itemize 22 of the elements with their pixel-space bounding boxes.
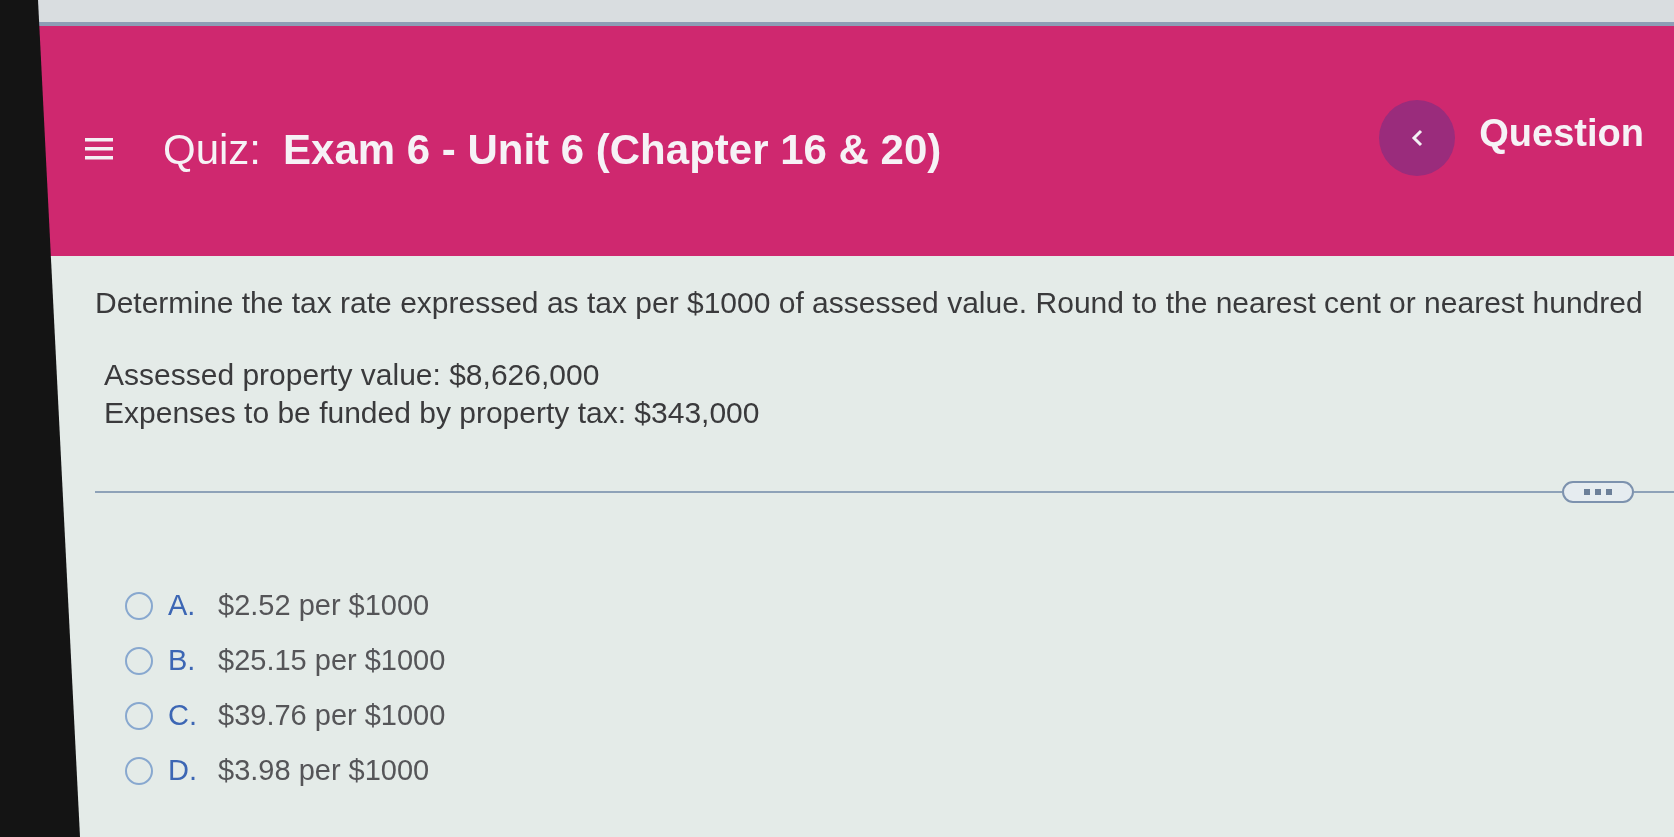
radio-button[interactable]	[125, 647, 153, 675]
given-value-line: Expenses to be funded by property tax: $343,000	[104, 395, 761, 431]
choice-text[interactable]: $2.52 per $1000	[218, 584, 430, 628]
radio-button[interactable]	[125, 592, 153, 620]
quiz-label: Quiz:	[163, 124, 262, 175]
radio-button[interactable]	[125, 702, 153, 730]
choice-letter: C.	[168, 698, 198, 734]
chevron-left-icon	[1411, 129, 1424, 147]
radio-button[interactable]	[125, 757, 153, 785]
question-number-label: Question	[1479, 110, 1645, 156]
choice-letter: B.	[168, 643, 197, 679]
given-value-line: Assessed property value: $8,626,000	[104, 357, 601, 393]
question-prompt: Determine the tax rate expressed as tax per $1000 of assessed value. Round to the nearest cent or nearest hundred	[95, 285, 1644, 321]
menu-icon	[85, 137, 113, 161]
choice-letter: D.	[168, 753, 198, 789]
choice-letter: A.	[168, 588, 197, 624]
quiz-title: Exam 6 - Unit 6 (Chapter 16 & 20)	[283, 124, 942, 175]
choice-text[interactable]: $3.98 per $1000	[218, 749, 430, 793]
ellipsis-icon	[1584, 489, 1612, 495]
choice-text[interactable]: $25.15 per $1000	[218, 639, 446, 683]
more-button[interactable]	[1562, 481, 1634, 503]
choice-text[interactable]: $39.76 per $1000	[218, 694, 446, 738]
